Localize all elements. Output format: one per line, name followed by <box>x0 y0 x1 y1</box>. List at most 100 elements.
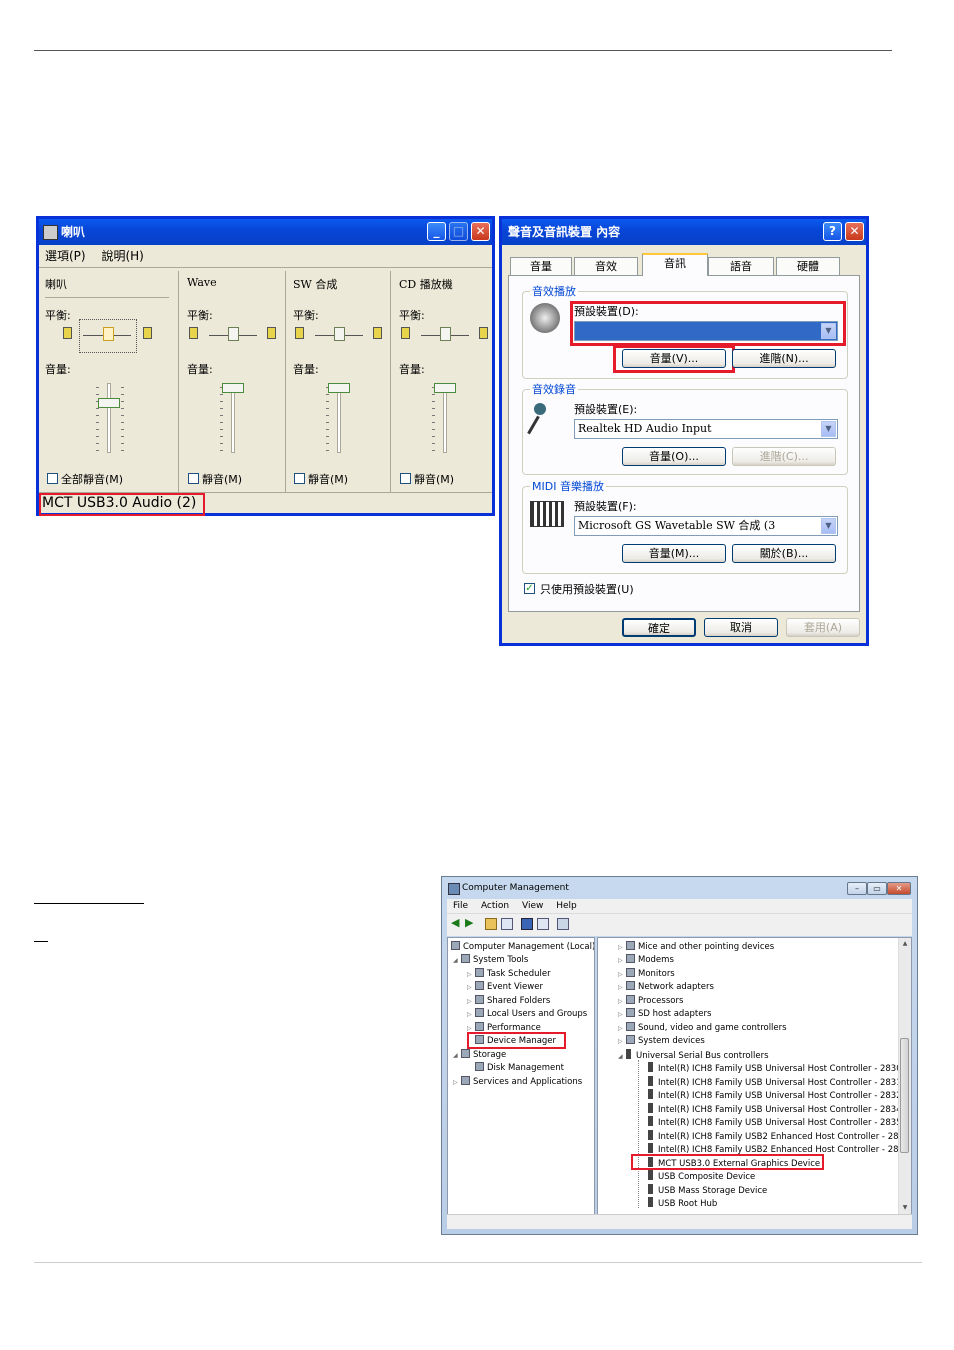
maximize-button[interactable]: □ <box>449 222 468 241</box>
usb-device-item[interactable]: Intel(R) ICH8 Family USB Universal Host … <box>648 1076 902 1089</box>
usb-device-item[interactable]: Intel(R) ICH8 Family USB2 Enhanced Host … <box>648 1130 909 1143</box>
cancel-button[interactable]: 取消 <box>704 618 778 637</box>
balance-slider-thumb[interactable] <box>440 327 451 341</box>
tab-sounds[interactable]: 音效 <box>574 257 638 275</box>
left-speaker-icon <box>295 327 304 339</box>
highlight-volume-button <box>613 345 735 373</box>
tree-item-storage[interactable]: ◢ Storage <box>453 1049 506 1061</box>
help-button[interactable]: ? <box>823 222 842 241</box>
menu-options[interactable]: 選項(P) <box>45 249 86 263</box>
balance-slider-thumb[interactable] <box>103 327 114 341</box>
menu-view[interactable]: View <box>522 901 543 911</box>
tree-item-shared-folders[interactable]: ▷ Shared Folders <box>467 995 550 1007</box>
usb-device-item[interactable]: Intel(R) ICH8 Family USB Universal Host … <box>648 1062 902 1075</box>
show-hide-tree-icon[interactable] <box>501 918 513 930</box>
volume-slider-thumb[interactable] <box>434 383 456 393</box>
device-category[interactable]: ▷ Sound, video and game controllers <box>618 1022 787 1034</box>
device-category[interactable]: ▷ Network adapters <box>618 981 714 993</box>
volume-ticks <box>326 387 329 451</box>
usb-device-item[interactable]: Intel(R) ICH8 Family USB Universal Host … <box>648 1116 902 1129</box>
menu-file[interactable]: File <box>453 901 468 911</box>
record-volume-button[interactable]: 音量(O)... <box>622 447 726 466</box>
chevron-down-icon[interactable]: ▼ <box>821 421 836 437</box>
menu-action[interactable]: Action <box>481 901 509 911</box>
midi-volume-button[interactable]: 音量(M)... <box>622 544 726 563</box>
device-category[interactable]: ▷ Processors <box>618 995 683 1007</box>
properties-icon[interactable] <box>537 918 549 930</box>
device-category[interactable]: ▷ Modems <box>618 954 674 966</box>
tree-item-system-tools[interactable]: ◢ System Tools <box>453 954 528 966</box>
volume-slider-thumb[interactable] <box>328 383 350 393</box>
speaker-icon <box>530 303 560 333</box>
close-button[interactable]: ✕ <box>471 222 490 241</box>
menu-help[interactable]: 說明(H) <box>101 249 143 263</box>
usb-device-item[interactable]: Intel(R) ICH8 Family USB Universal Host … <box>648 1103 902 1116</box>
record-group-title: 音效錄音 <box>530 381 578 397</box>
ok-button[interactable]: 確定 <box>622 618 696 637</box>
only-default-checkbox[interactable]: ✓ <box>524 583 535 594</box>
usb-device-item[interactable]: USB Composite Device <box>648 1170 755 1183</box>
folder-icon <box>475 995 484 1004</box>
balance-label: 平衡: <box>187 309 213 322</box>
mute-checkbox[interactable] <box>294 473 305 484</box>
usb-device-item[interactable]: USB Root Hub <box>648 1197 717 1210</box>
tree-item-local-users[interactable]: ▷ Local Users and Groups <box>467 1008 587 1020</box>
mute-checkbox[interactable] <box>400 473 411 484</box>
device-category[interactable]: ▷ System devices <box>618 1035 705 1047</box>
scrollbar-thumb[interactable] <box>900 1038 909 1153</box>
tab-hardware[interactable]: 硬體 <box>776 257 840 275</box>
clock-icon <box>475 968 484 977</box>
balance-label: 平衡: <box>293 309 319 322</box>
close-button[interactable]: ✕ <box>845 222 864 241</box>
scroll-up-icon[interactable]: ▲ <box>899 938 911 950</box>
scroll-down-icon[interactable]: ▼ <box>899 1202 911 1214</box>
mute-all-checkbox[interactable] <box>47 473 58 484</box>
volume-slider-thumb[interactable] <box>98 398 120 408</box>
microphone-icon <box>534 403 546 415</box>
right-speaker-icon <box>479 327 488 339</box>
mute-checkbox[interactable] <box>188 473 199 484</box>
device-category[interactable]: ▷ SD host adapters <box>618 1008 711 1020</box>
tab-volume[interactable]: 音量 <box>510 257 572 275</box>
volume-ticks <box>432 387 435 451</box>
minimize-button[interactable]: _ <box>427 222 446 241</box>
menu-help[interactable]: Help <box>556 901 577 911</box>
only-default-label: 只使用預設裝置(U) <box>540 583 634 596</box>
playback-advanced-button[interactable]: 進階(N)... <box>732 349 836 368</box>
help-icon[interactable] <box>521 918 533 930</box>
usb-icon <box>648 1130 653 1140</box>
tree-item-root[interactable]: Computer Management (Local) <box>451 941 594 953</box>
midi-about-button[interactable]: 關於(B)... <box>732 544 836 563</box>
usb-device-item[interactable]: USB Mass Storage Device <box>648 1184 767 1197</box>
balance-slider-thumb[interactable] <box>334 327 345 341</box>
tree-item-task-scheduler[interactable]: ▷ Task Scheduler <box>467 968 551 980</box>
device-tree-scrollbar[interactable]: ▲ ▼ <box>898 938 911 1214</box>
minimize-button[interactable]: – <box>847 882 867 895</box>
back-arrow-icon[interactable]: ◀ <box>451 917 463 930</box>
record-device-select[interactable]: Realtek HD Audio Input ▼ <box>574 419 838 439</box>
volume-label: 音量: <box>293 363 319 376</box>
tree-item-services[interactable]: ▷ Services and Applications <box>453 1076 582 1088</box>
volume-slider-thumb[interactable] <box>222 383 244 393</box>
tree-item-event-viewer[interactable]: ▷ Event Viewer <box>467 981 543 993</box>
midi-device-select[interactable]: Microsoft GS Wavetable SW 合成 (3 ▼ <box>574 516 838 536</box>
maximize-button[interactable]: ▭ <box>867 882 887 895</box>
close-button[interactable]: ✕ <box>887 882 911 895</box>
mute-label: 靜音(M) <box>414 473 455 486</box>
processor-icon <box>626 995 635 1004</box>
forward-arrow-icon[interactable]: ▶ <box>465 917 477 930</box>
cm-title: Computer Management <box>462 883 569 893</box>
device-category[interactable]: ▷ Monitors <box>618 968 675 980</box>
tab-voice[interactable]: 語音 <box>708 257 774 275</box>
up-folder-icon[interactable] <box>485 918 497 930</box>
usb-icon <box>648 1197 653 1207</box>
tree-item-disk-management[interactable]: Disk Management <box>475 1062 564 1074</box>
scan-hardware-icon[interactable] <box>557 918 569 930</box>
tab-audio[interactable]: 音訊 <box>642 253 708 276</box>
device-category-usb[interactable]: ◢ Universal Serial Bus controllers <box>618 1049 769 1062</box>
chevron-down-icon[interactable]: ▼ <box>821 518 836 534</box>
device-category[interactable]: ▷ Mice and other pointing devices <box>618 941 774 953</box>
usb-device-item[interactable]: Intel(R) ICH8 Family USB Universal Host … <box>648 1089 902 1102</box>
balance-slider-thumb[interactable] <box>228 327 239 341</box>
mixer-title: 喇叭 <box>61 225 86 239</box>
